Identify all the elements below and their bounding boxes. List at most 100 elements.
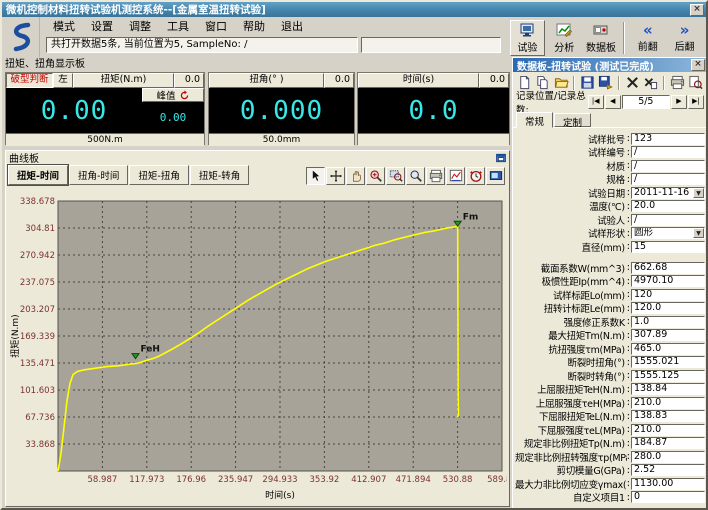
field-input[interactable]: 2011-11-16▼ (631, 187, 705, 199)
curve-tab-0[interactable]: 扭矩-时间 (8, 165, 68, 185)
curve-tab-1[interactable]: 扭角-时间 (69, 165, 128, 185)
window-close-button[interactable]: × (690, 4, 704, 16)
field-label: 规定非比例扭转强度τp(MPa) (515, 450, 627, 464)
analysis-button[interactable]: 分析 (547, 20, 582, 56)
data-panel-title: 数据板-扭转试验 (测试已完成) (517, 58, 691, 73)
zoom-in-tool-button[interactable] (366, 167, 385, 185)
timer-tool-button[interactable] (466, 167, 485, 185)
field-input[interactable]: / (631, 160, 705, 172)
print-button[interactable] (669, 74, 685, 91)
print-preview-button[interactable] (688, 74, 704, 91)
restore-icon (495, 152, 507, 164)
field-input[interactable]: 465.0 (631, 343, 705, 355)
field-input[interactable]: 138.84 (631, 383, 705, 395)
field-label: 规定非比例扭矩Tp(N.m) (515, 436, 627, 450)
field-input[interactable]: 662.68 (631, 262, 705, 274)
status-message: 共打开数据5条, 当前位置为5, SampleNo: / (46, 37, 358, 53)
menu-item-3[interactable]: 工具 (160, 17, 196, 35)
menu-item-0[interactable]: 模式 (46, 17, 82, 35)
analysis-icon (556, 22, 572, 38)
field-input[interactable]: 0 (631, 491, 705, 503)
restore-icon[interactable] (495, 152, 507, 164)
crosshair-tool-button[interactable] (326, 167, 345, 185)
field-input[interactable]: / (631, 214, 705, 226)
field-input[interactable]: 184.87 (631, 437, 705, 449)
data-tab-0[interactable]: 常规 (516, 112, 553, 128)
pan-hand-tool-button[interactable] (346, 167, 365, 185)
field-input[interactable]: 120 (631, 289, 705, 301)
next-icon: » (680, 23, 690, 37)
toolbar-separator (623, 22, 625, 54)
display-panel-tool-button[interactable] (486, 167, 505, 185)
pointer-tool-button[interactable] (306, 167, 325, 185)
field-label: 最大力非比例切应变γmax(%) (515, 477, 627, 491)
field-input[interactable]: 1130.00 (631, 478, 705, 490)
field-input[interactable]: 138.83 (631, 410, 705, 422)
field-input[interactable]: 15 (631, 241, 705, 253)
field-input[interactable]: 210.0 (631, 424, 705, 436)
chevron-down-icon[interactable]: ▼ (693, 188, 704, 198)
save-as-button[interactable] (598, 74, 614, 91)
zoom-window-tool-button[interactable] (386, 167, 405, 185)
curve-tab-2[interactable]: 扭矩-扭角 (129, 165, 188, 185)
page-next-button[interactable]: »后翻 (667, 20, 702, 56)
field-input[interactable]: 210.0 (631, 397, 705, 409)
field-input[interactable]: 2.52 (631, 464, 705, 476)
databoard-button[interactable]: 数据板 (584, 20, 619, 56)
torque-value: 0.00 (6, 88, 142, 133)
print-tool-button[interactable] (426, 167, 445, 185)
field-input[interactable]: / (631, 146, 705, 158)
field-row: 自定义项目1:0 (515, 491, 705, 504)
data-tab-1[interactable]: 定制 (554, 113, 591, 127)
curve-tab-3[interactable]: 扭矩-转角 (190, 165, 249, 185)
record-last-button[interactable]: ▶| (688, 95, 704, 109)
svg-text:471.894: 471.894 (396, 475, 431, 485)
svg-text:扭矩(N.m): 扭矩(N.m) (9, 314, 21, 357)
record-prev-button[interactable]: ◀ (605, 95, 621, 109)
test-button[interactable]: 试验 (510, 20, 545, 56)
page-prev-button-label: 前翻 (638, 38, 658, 53)
field-input[interactable]: 123 (631, 133, 705, 145)
field-row: 剪切模量G(GPa):2.52 (515, 464, 705, 477)
field-label: 自定义项目1 (515, 490, 627, 504)
field-row: 截面系数W(mm^3):662.68 (515, 261, 705, 274)
field-input[interactable]: 280.0 (631, 451, 705, 463)
page-prev-button[interactable]: «前翻 (630, 20, 665, 56)
record-first-button[interactable]: |◀ (588, 95, 604, 109)
menu-item-2[interactable]: 调整 (122, 17, 158, 35)
menu-item-1[interactable]: 设置 (84, 17, 120, 35)
chart-area[interactable]: 33.86867.736101.603135.471169.339203.207… (8, 187, 507, 503)
field-input[interactable]: 1555.021 (631, 356, 705, 368)
field-input[interactable]: 307.89 (631, 329, 705, 341)
field-input[interactable]: 1.0 (631, 316, 705, 328)
menu-item-5[interactable]: 帮助 (236, 17, 272, 35)
field-input[interactable]: 120.0 (631, 302, 705, 314)
field-input[interactable]: 20.0 (631, 200, 705, 212)
menu-item-6[interactable]: 退出 (274, 17, 310, 35)
left-direction-button[interactable]: 左 (53, 73, 73, 88)
refresh-icon[interactable] (179, 90, 190, 101)
zoom-out-tool-button[interactable] (406, 167, 425, 185)
field-input[interactable]: 1555.125 (631, 370, 705, 382)
main-toolbar: 试验分析数据板 «前翻»后翻 (510, 17, 706, 58)
svg-text:304.81: 304.81 (25, 224, 55, 234)
field-input[interactable]: 圆形▼ (631, 227, 705, 239)
svg-text:67.736: 67.736 (25, 413, 55, 423)
break-type-judge-button[interactable]: 破型判断 (6, 73, 53, 88)
field-row: 上屈服扭矩TeH(N.m):138.84 (515, 383, 705, 396)
delete-button[interactable] (624, 74, 640, 91)
data-panel-fields: 试样批号:123试样编号:/材质:/规格:/试验日期:2011-11-16▼温度… (513, 128, 707, 504)
delete-all-button[interactable] (643, 74, 659, 91)
field-input[interactable]: / (631, 173, 705, 185)
svg-text:33.868: 33.868 (25, 440, 55, 450)
menu-item-4[interactable]: 窗口 (198, 17, 234, 35)
field-row: 规定非比例扭矩Tp(N.m):184.87 (515, 437, 705, 450)
field-input[interactable]: 4970.10 (631, 275, 705, 287)
display-panel-caption: 扭矩、扭角显示板 (5, 59, 510, 71)
chevron-down-icon[interactable]: ▼ (693, 228, 704, 238)
status-extra (361, 37, 501, 53)
data-panel-close-button[interactable]: × (691, 59, 705, 71)
record-next-button[interactable]: ▶ (671, 95, 687, 109)
chart-settings-tool-button[interactable] (446, 167, 465, 185)
svg-text:589.86: 589.86 (487, 475, 507, 485)
